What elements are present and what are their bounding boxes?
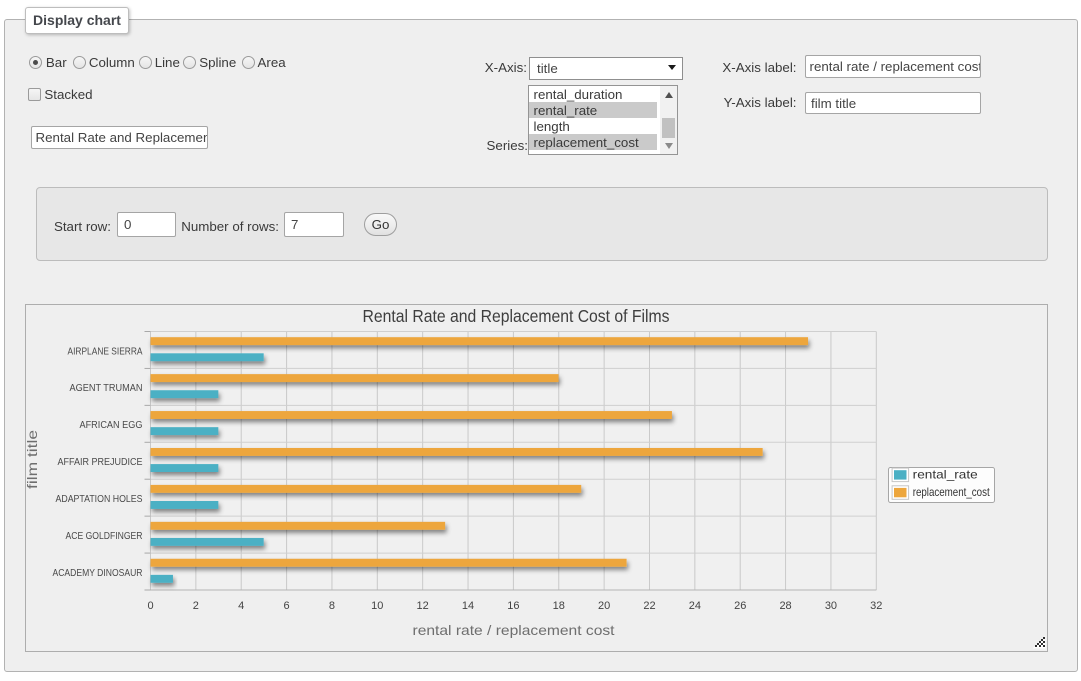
svg-text:AIRPLANE SIERRA: AIRPLANE SIERRA [68, 346, 143, 357]
svg-text:10: 10 [371, 600, 383, 612]
svg-text:14: 14 [462, 600, 474, 612]
svg-text:30: 30 [825, 600, 837, 612]
svg-text:2: 2 [193, 600, 199, 612]
svg-text:ACADEMY DINOSAUR: ACADEMY DINOSAUR [53, 568, 143, 579]
svg-text:4: 4 [238, 600, 244, 612]
svg-text:AFRICAN EGG: AFRICAN EGG [80, 420, 143, 431]
svg-text:12: 12 [417, 600, 429, 612]
svg-text:20: 20 [598, 600, 610, 612]
svg-text:16: 16 [507, 600, 519, 612]
svg-text:replacement_cost: replacement_cost [913, 485, 991, 499]
svg-text:AGENT TRUMAN: AGENT TRUMAN [70, 383, 143, 394]
svg-text:AFFAIR PREJUDICE: AFFAIR PREJUDICE [58, 457, 143, 468]
svg-text:32: 32 [870, 600, 882, 612]
svg-text:24: 24 [689, 600, 701, 612]
svg-text:ACE GOLDFINGER: ACE GOLDFINGER [66, 531, 143, 542]
svg-text:0: 0 [147, 600, 153, 612]
svg-text:ADAPTATION HOLES: ADAPTATION HOLES [56, 494, 143, 505]
svg-text:film title: film title [26, 430, 40, 489]
svg-text:18: 18 [553, 600, 565, 612]
svg-text:26: 26 [734, 600, 746, 612]
svg-text:rental rate / replacement cost: rental rate / replacement cost [413, 622, 615, 638]
svg-text:8: 8 [329, 600, 335, 612]
svg-text:28: 28 [779, 600, 791, 612]
svg-text:rental_rate: rental_rate [913, 468, 978, 482]
svg-text:Rental Rate and Replacement Co: Rental Rate and Replacement Cost of Film… [363, 306, 670, 326]
svg-text:6: 6 [284, 600, 290, 612]
svg-text:22: 22 [643, 600, 655, 612]
